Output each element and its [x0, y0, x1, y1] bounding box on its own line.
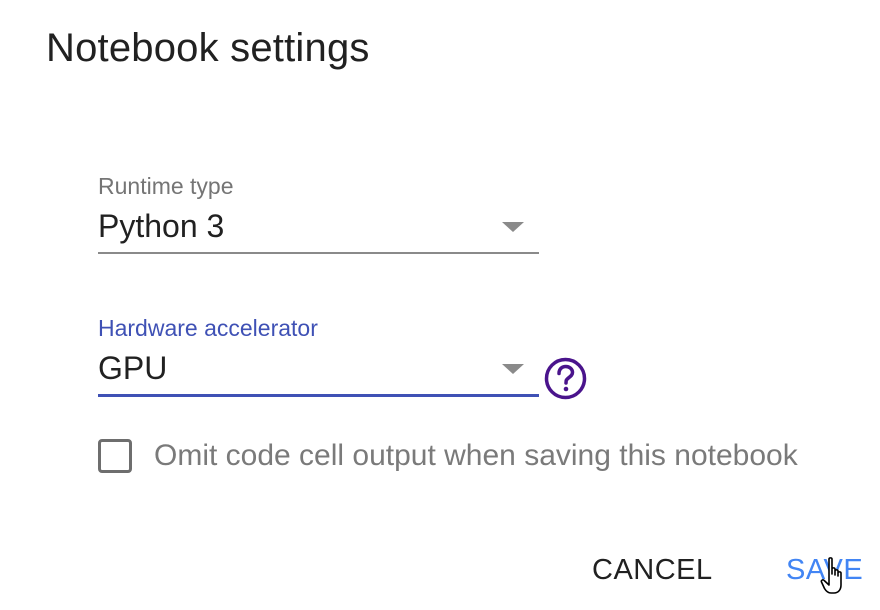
omit-output-label[interactable]: Omit code cell output when saving this n… [154, 436, 798, 476]
hardware-accelerator-value: GPU [98, 350, 168, 386]
notebook-settings-dialog: Notebook settings Runtime type Python 3 … [0, 0, 880, 610]
help-circle-icon[interactable] [543, 356, 588, 401]
hardware-accelerator-field: Hardware accelerator GPU [98, 314, 539, 397]
dialog-title: Notebook settings [46, 26, 370, 70]
runtime-type-field: Runtime type Python 3 [98, 172, 539, 254]
omit-output-checkbox[interactable] [98, 439, 132, 473]
hardware-accelerator-label: Hardware accelerator [98, 315, 318, 341]
runtime-type-value: Python 3 [98, 208, 225, 244]
hardware-accelerator-select[interactable]: GPU [98, 342, 539, 397]
omit-output-row[interactable]: Omit code cell output when saving this n… [98, 436, 798, 476]
cancel-button[interactable]: CANCEL [592, 550, 713, 590]
dropdown-arrow-icon [502, 222, 524, 232]
save-button[interactable]: SAVE [786, 550, 863, 590]
runtime-type-select[interactable]: Python 3 [98, 200, 539, 254]
runtime-type-label: Runtime type [98, 173, 234, 199]
dropdown-arrow-icon [502, 364, 524, 374]
